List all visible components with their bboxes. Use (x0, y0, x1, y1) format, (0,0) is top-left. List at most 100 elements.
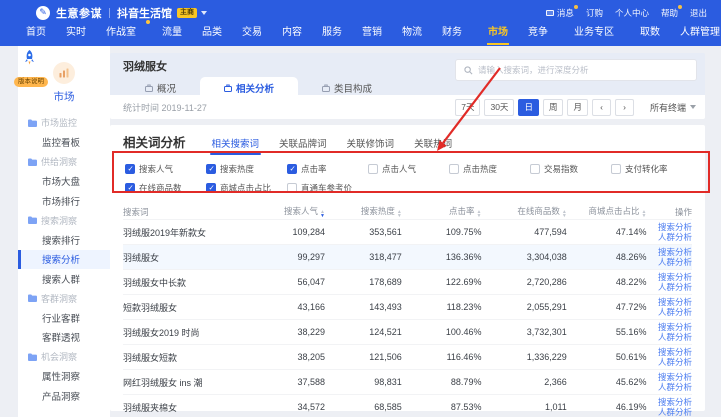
table-row[interactable]: 短款羽绒服女 43,166 143,493 118.23% 2,055,291 … (123, 294, 692, 319)
table-row[interactable]: 羽绒服女 99,297 318,477 136.36% 3,304,038 48… (123, 244, 692, 269)
next-period-button[interactable]: › (615, 99, 634, 116)
sidebar-item-search-ranking[interactable]: 搜索排行 (18, 230, 110, 250)
search-analysis-link[interactable]: 搜索分析 (646, 272, 692, 283)
personal-center-link[interactable]: 个人中心 (615, 7, 649, 19)
search-analysis-link[interactable]: 搜索分析 (646, 347, 692, 358)
crowd-analysis-link[interactable]: 人群分析 (646, 307, 692, 318)
sidebar-item-search-crowd[interactable]: 搜索人群 (18, 269, 110, 289)
col-header-online-products[interactable]: 在线商品数▲▼ (481, 205, 566, 218)
sidebar-item-market-overview[interactable]: 市场大盘 (18, 172, 110, 192)
sidebar-item-product-insight[interactable]: 产品洞察 (18, 386, 110, 406)
terminal-filter-dropdown[interactable]: 所有终端 (650, 101, 696, 114)
nav-market[interactable]: 市场 (478, 22, 518, 46)
cell-mall-click-share: 47.14% (567, 227, 647, 237)
range-month-button[interactable]: 月 (567, 99, 588, 116)
col-header-ctr[interactable]: 点击率▲▼ (402, 205, 482, 218)
sidebar-item-attribute-insight[interactable]: 属性洞察 (18, 367, 110, 387)
tab-overview[interactable]: 概况 (121, 77, 200, 98)
metric-pay-conversion[interactable]: 支付转化率 (611, 159, 692, 178)
sidebar-item-market-ranking[interactable]: 市场排行 (18, 191, 110, 211)
range-30d-button[interactable]: 30天 (484, 99, 514, 116)
search-analysis-link[interactable]: 搜索分析 (646, 322, 692, 333)
search-input[interactable] (478, 65, 688, 75)
nav-finance[interactable]: 财务 (432, 22, 472, 46)
main-nav: 首页 实时 作战室 流量 品类 交易 内容 服务 营销 物流 财务 市场 竞争 … (0, 22, 721, 46)
table-row[interactable]: 网红羽绒服女 ins 潮 37,588 98,831 88.79% 2,366 … (123, 369, 692, 394)
messages-link[interactable]: 消息 (546, 7, 574, 19)
subtab-hot-words[interactable]: 关联热词 (414, 136, 452, 155)
metric-search-heat[interactable]: 搜索热度 (206, 159, 287, 178)
prev-period-button[interactable]: ‹ (592, 99, 611, 116)
keyword-panel-header: 羽绒服女 概况 相关分析 类目构成 (110, 53, 705, 95)
cell-online-products: 3,304,038 (481, 252, 566, 262)
metric-search-popularity[interactable]: 搜索人气 (125, 159, 206, 178)
range-day-button[interactable]: 日 (518, 99, 539, 116)
subtab-related-search-words[interactable]: 相关搜索词 (212, 136, 260, 155)
cell-search-popularity: 99,297 (254, 252, 325, 262)
crowd-analysis-link[interactable]: 人群分析 (646, 232, 692, 243)
nav-trade[interactable]: 交易 (232, 22, 272, 46)
nav-traffic[interactable]: 流量 (152, 22, 192, 46)
crowd-analysis-link[interactable]: 人群分析 (646, 357, 692, 368)
nav-marketing[interactable]: 营销 (352, 22, 392, 46)
col-header-search-heat[interactable]: 搜索热度▲▼ (325, 205, 402, 218)
search-analysis-link[interactable]: 搜索分析 (646, 222, 692, 233)
table-row[interactable]: 羽绒服女中长款 56,047 178,689 122.69% 2,720,286… (123, 269, 692, 294)
sidebar-item-monitor-board[interactable]: 监控看板 (18, 133, 110, 153)
nav-service[interactable]: 服务 (312, 22, 352, 46)
nav-competition[interactable]: 竞争 (518, 22, 558, 46)
metric-zhitongche-price[interactable]: 直通车参考价 (287, 178, 368, 197)
sidebar-item-industry-customers[interactable]: 行业客群 (18, 308, 110, 328)
search-analysis-link[interactable]: 搜索分析 (646, 397, 692, 408)
crowd-analysis-link[interactable]: 人群分析 (646, 407, 692, 417)
nav-home[interactable]: 首页 (16, 22, 56, 46)
nav-category[interactable]: 品类 (192, 22, 232, 46)
metric-online-products[interactable]: 在线商品数 (125, 178, 206, 197)
tab-related-analysis[interactable]: 相关分析 (200, 77, 298, 98)
nav-logistics[interactable]: 物流 (392, 22, 432, 46)
search-analysis-link[interactable]: 搜索分析 (646, 372, 692, 383)
search-analysis-link[interactable]: 搜索分析 (646, 297, 692, 308)
brand-row: ✎ 生意参谋 抖音生活馆 主商 消息 订购 个人中心 帮助 退出 (0, 0, 721, 22)
col-header-search-popularity[interactable]: 搜索人气▲▼ (254, 205, 325, 218)
nav-realtime[interactable]: 实时 (56, 22, 96, 46)
metric-click-popularity[interactable]: 点击人气 (368, 159, 449, 178)
metric-mall-click-share[interactable]: 商城点击占比 (206, 178, 287, 197)
subtab-brand-words[interactable]: 关联品牌词 (279, 136, 327, 155)
sidebar-item-customer-perspective[interactable]: 客群透视 (18, 328, 110, 348)
table-row[interactable]: 羽绒服女2019 时尚 38,229 124,521 100.46% 3,732… (123, 319, 692, 344)
nav-warroom[interactable]: 作战室 (96, 22, 146, 46)
range-7d-button[interactable]: 7天 (455, 99, 480, 116)
crowd-analysis-link[interactable]: 人群分析 (646, 282, 692, 293)
range-week-button[interactable]: 周 (543, 99, 564, 116)
metric-ctr[interactable]: 点击率 (287, 159, 368, 178)
subscribe-link[interactable]: 订购 (586, 7, 603, 19)
cell-online-products: 1,011 (481, 402, 566, 412)
crowd-analysis-link[interactable]: 人群分析 (646, 332, 692, 343)
nav-crowd-management[interactable]: 人群管理 (670, 22, 721, 46)
table-row[interactable]: 羽绒服2019年新款女 109,284 353,561 109.75% 477,… (123, 219, 692, 244)
table-row[interactable]: 羽绒服夹棉女 34,572 68,585 87.53% 1,011 46.19%… (123, 394, 692, 417)
chevron-down-icon[interactable] (201, 11, 207, 15)
table-row[interactable]: 羽绒服女短款 38,205 121,506 116.46% 1,336,229 … (123, 344, 692, 369)
tab-category-composition[interactable]: 类目构成 (298, 77, 396, 98)
crowd-analysis-link[interactable]: 人群分析 (646, 257, 692, 268)
col-header-mall-click-share[interactable]: 商城点击占比▲▼ (567, 205, 647, 218)
help-link[interactable]: 帮助 (661, 7, 678, 19)
crowd-analysis-link[interactable]: 人群分析 (646, 382, 692, 393)
logo-divider (109, 8, 110, 18)
subtab-modifier-words[interactable]: 关联修饰词 (347, 136, 395, 155)
brand-badge: 主商 (177, 8, 197, 18)
nav-content[interactable]: 内容 (272, 22, 312, 46)
nav-data-extract[interactable]: 取数 (630, 22, 670, 46)
logout-link[interactable]: 退出 (690, 7, 707, 19)
search-analysis-link[interactable]: 搜索分析 (646, 247, 692, 258)
cell-search-popularity: 34,572 (254, 402, 325, 412)
metric-trade-index[interactable]: 交易指数 (530, 159, 611, 178)
sidebar-item-search-analysis[interactable]: 搜索分析 (18, 250, 110, 270)
nav-business-zone[interactable]: 业务专区 (564, 22, 624, 46)
version-float[interactable]: 版本说明 (14, 50, 44, 88)
metric-click-heat[interactable]: 点击热度 (449, 159, 530, 178)
keyword-search-box[interactable] (455, 59, 697, 81)
cell-online-products: 1,336,229 (481, 352, 566, 362)
